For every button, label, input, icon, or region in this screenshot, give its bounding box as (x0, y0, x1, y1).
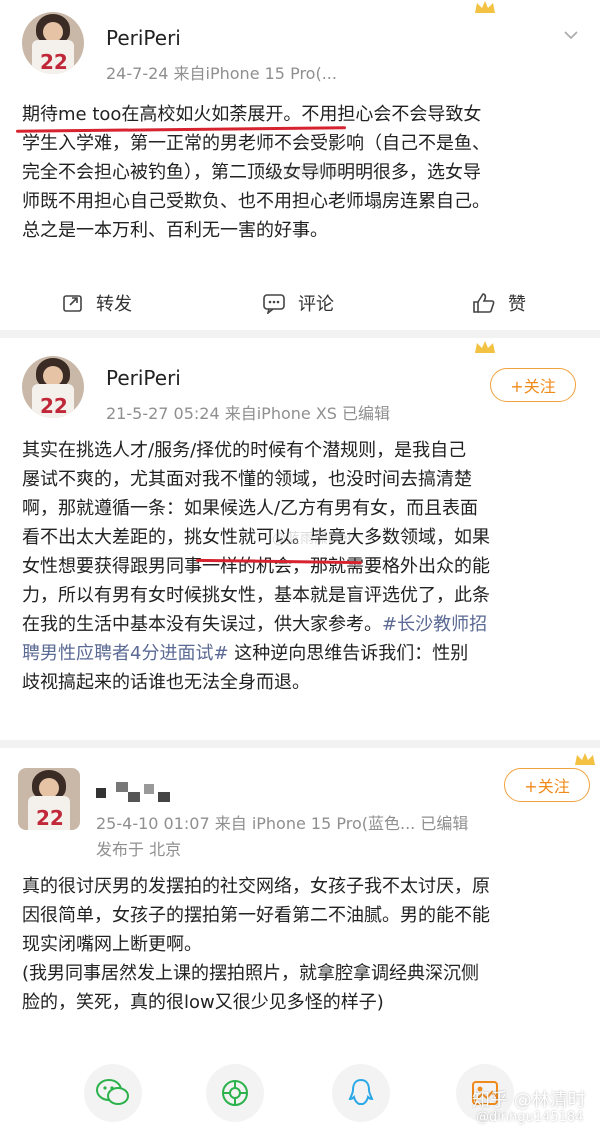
crown-icon (475, 1, 495, 13)
post-location: 发布于 北京 (96, 840, 182, 859)
watermark: @蓝雨潇Dei (268, 165, 348, 181)
post-text: 其实在挑选人才/服务/择优的时候有个潜规则，是我自己 屡试不爽的，尤其面对我不懂… (22, 440, 490, 693)
avatar[interactable]: 22 (22, 12, 84, 74)
crown-icon (475, 341, 495, 353)
hashtag-link[interactable]: 聘男性应聘者4分进面试# (22, 643, 229, 664)
post-text: 真的很讨厌男的发摆拍的社交网络，女孩子我不太讨厌，原 因很简单，女孩子的摆拍第一… (22, 876, 490, 1013)
qq-icon (348, 1078, 374, 1105)
post-card-1: 22 PeriPeri 24-7-24 来自iPhone 15 Pro(... … (0, 0, 600, 330)
hashtag-link[interactable]: #长沙教师招 (382, 614, 487, 635)
username[interactable]: PeriPeri (106, 366, 181, 390)
moments-icon (222, 1080, 248, 1106)
share-wechat-button[interactable] (84, 1064, 142, 1122)
follow-button[interactable]: +关注 (504, 768, 590, 802)
username[interactable]: PeriPeri (106, 26, 181, 50)
comment-icon (263, 294, 285, 314)
post-meta: 24-7-24 来自iPhone 15 Pro(... (106, 64, 337, 83)
post-meta: 25-4-10 01:07 来自 iPhone 15 Pro(蓝色... 已编辑 (96, 814, 469, 833)
crown-icon (575, 753, 595, 765)
repost-icon (63, 295, 82, 312)
chevron-down-icon[interactable] (564, 28, 578, 42)
like-icon (473, 293, 495, 313)
like-button[interactable]: 赞 (472, 290, 526, 316)
watermark: @蓝雨潇Dei (272, 531, 352, 547)
censored-username (96, 782, 182, 804)
watermark: 知乎 @林清时 (472, 1090, 586, 1111)
repost-button[interactable]: 转发 (62, 290, 132, 316)
avatar[interactable]: 22 (18, 768, 80, 830)
share-bar: 知乎 @林清时 @dinhgu145184 (0, 1030, 600, 1137)
wechat-icon (96, 1079, 129, 1105)
post-card-2: 22 PeriPeri 21-5-27 05:24 来自iPhone XS 已编… (0, 338, 600, 740)
post-meta: 21-5-27 05:24 来自iPhone XS 已编辑 (106, 404, 391, 423)
post-card-3: 22 25-4-10 01:07 来自 iPhone 15 Pro(蓝色... … (0, 748, 600, 1030)
share-moments-button[interactable] (206, 1064, 264, 1122)
follow-button[interactable]: +关注 (490, 368, 576, 402)
comment-button[interactable]: 评论 (262, 290, 334, 316)
sub-watermark: @dinhgu145184 (476, 1110, 584, 1125)
avatar[interactable]: 22 (22, 356, 84, 418)
highlight-phrase: 期待me too在高校如火如荼展开。 (22, 104, 302, 125)
share-qq-button[interactable] (332, 1064, 390, 1122)
